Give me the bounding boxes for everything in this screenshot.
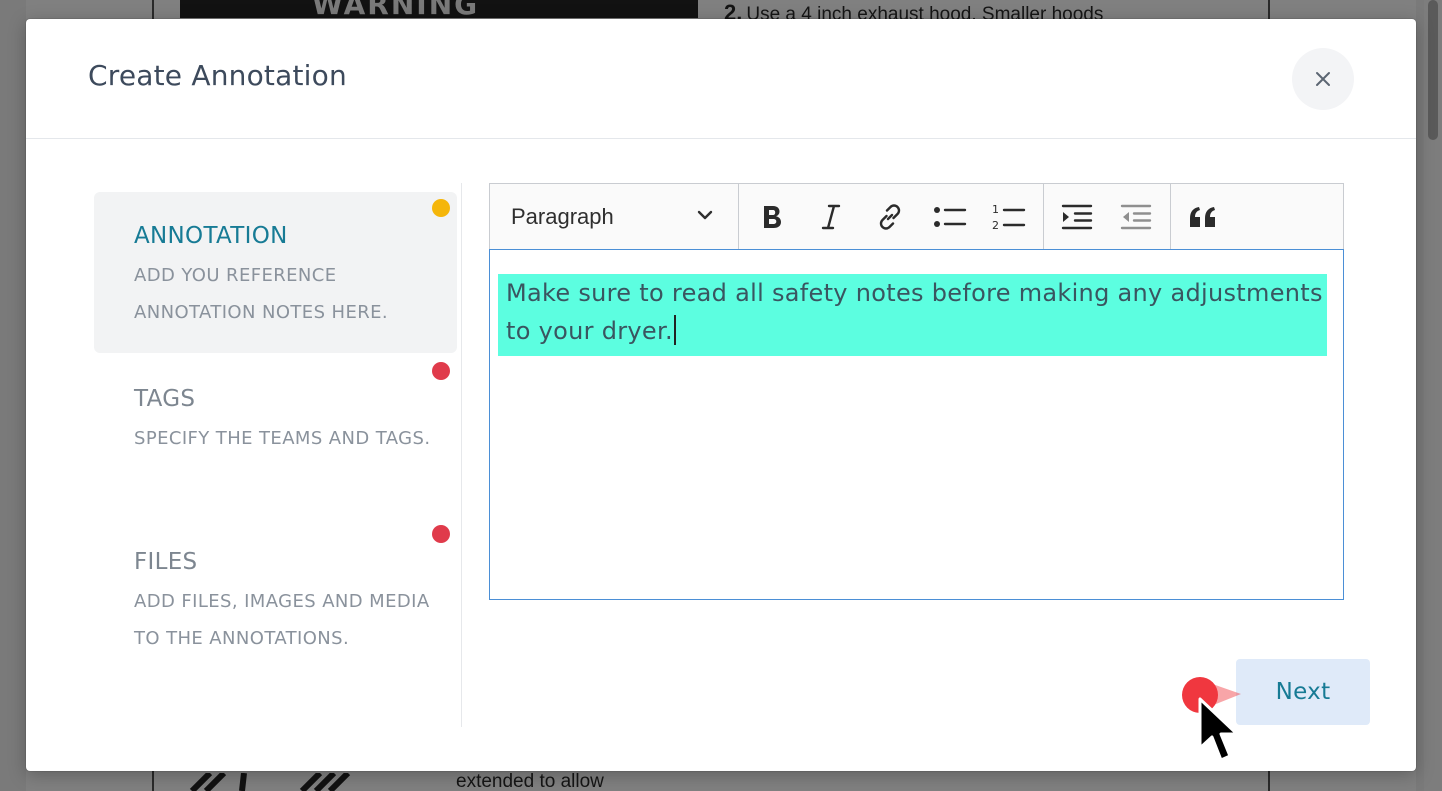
text-caret xyxy=(673,315,676,345)
modal-title: Create Annotation xyxy=(88,59,347,92)
close-button[interactable] xyxy=(1292,48,1354,110)
paragraph-format-label: Paragraph xyxy=(511,204,614,229)
mouse-pointer-icon xyxy=(1198,697,1239,762)
page-scrollbar[interactable] xyxy=(1424,0,1442,791)
step-title: ANNOTATION xyxy=(134,223,288,249)
editor-paragraph[interactable]: Make sure to read all safety notes befor… xyxy=(506,274,1326,350)
bold-icon xyxy=(764,206,781,228)
block-quote-button[interactable] xyxy=(1181,197,1225,237)
step-files[interactable]: FILES ADD FILES, IMAGES AND MEDIA TO THE… xyxy=(94,518,457,708)
toolbar-group-indent xyxy=(1044,184,1171,250)
modal-header: Create Annotation xyxy=(26,19,1416,139)
step-description: SPECIFY THE TEAMS AND TAGS. xyxy=(134,428,431,449)
step-description: ADD FILES, IMAGES AND MEDIA TO THE ANNOT… xyxy=(134,591,430,649)
bulleted-list-button[interactable] xyxy=(928,197,972,237)
numbered-list-icon: 1 2 xyxy=(992,203,1026,232)
editor-content-area[interactable]: Make sure to read all safety notes befor… xyxy=(489,249,1344,600)
svg-text:2: 2 xyxy=(992,219,999,232)
step-annotation[interactable]: ANNOTATION ADD YOU REFERENCE ANNOTATION … xyxy=(94,192,457,353)
italic-icon xyxy=(821,204,841,230)
steps-sidebar: ANNOTATION ADD YOU REFERENCE ANNOTATION … xyxy=(94,183,462,727)
paragraph-format-dropdown[interactable]: Paragraph xyxy=(490,184,738,250)
step-description: ADD YOU REFERENCE ANNOTATION NOTES HERE. xyxy=(134,265,389,323)
toolbar-group-inline: 1 2 xyxy=(739,184,1044,250)
link-button[interactable] xyxy=(868,197,912,237)
outdent-icon xyxy=(1120,204,1152,230)
step-title: FILES xyxy=(134,549,198,575)
next-button[interactable]: Next xyxy=(1236,659,1370,725)
indent-button[interactable] xyxy=(1055,197,1099,237)
outdent-button[interactable] xyxy=(1114,197,1158,237)
numbered-list-button[interactable]: 1 2 xyxy=(987,197,1031,237)
chevron-down-icon xyxy=(697,210,713,220)
step-tags[interactable]: TAGS SPECIFY THE TEAMS AND TAGS. xyxy=(94,355,457,505)
step-status-dot-incomplete xyxy=(432,362,450,380)
document-warning-banner: WARNING xyxy=(180,0,698,18)
document-warning-label: WARNING xyxy=(312,0,480,18)
italic-button[interactable] xyxy=(809,197,853,237)
indent-icon xyxy=(1061,204,1093,230)
create-annotation-modal: Create Annotation ANNOTATION ADD YOU REF… xyxy=(26,19,1416,771)
document-text-bottom: extended to allow xyxy=(456,771,604,791)
link-icon xyxy=(879,204,901,230)
svg-text:1: 1 xyxy=(992,203,999,216)
page-scrollbar-thumb[interactable] xyxy=(1428,0,1438,140)
bold-button[interactable] xyxy=(750,197,794,237)
rich-text-editor: Paragraph 1 2 Make sure to read all safe… xyxy=(489,183,1344,600)
step-status-dot-pending xyxy=(432,199,450,217)
bulleted-list-icon xyxy=(934,207,967,227)
close-icon xyxy=(1316,72,1330,86)
document-hatch-graphic xyxy=(182,773,358,791)
step-status-dot-incomplete xyxy=(432,525,450,543)
editor-text: Make sure to read all safety notes befor… xyxy=(506,279,1323,345)
toolbar-group-format: Paragraph xyxy=(490,184,739,250)
step-title: TAGS xyxy=(134,386,196,412)
editor-toolbar: Paragraph 1 2 xyxy=(489,183,1344,250)
block-quote-icon xyxy=(1190,207,1215,227)
